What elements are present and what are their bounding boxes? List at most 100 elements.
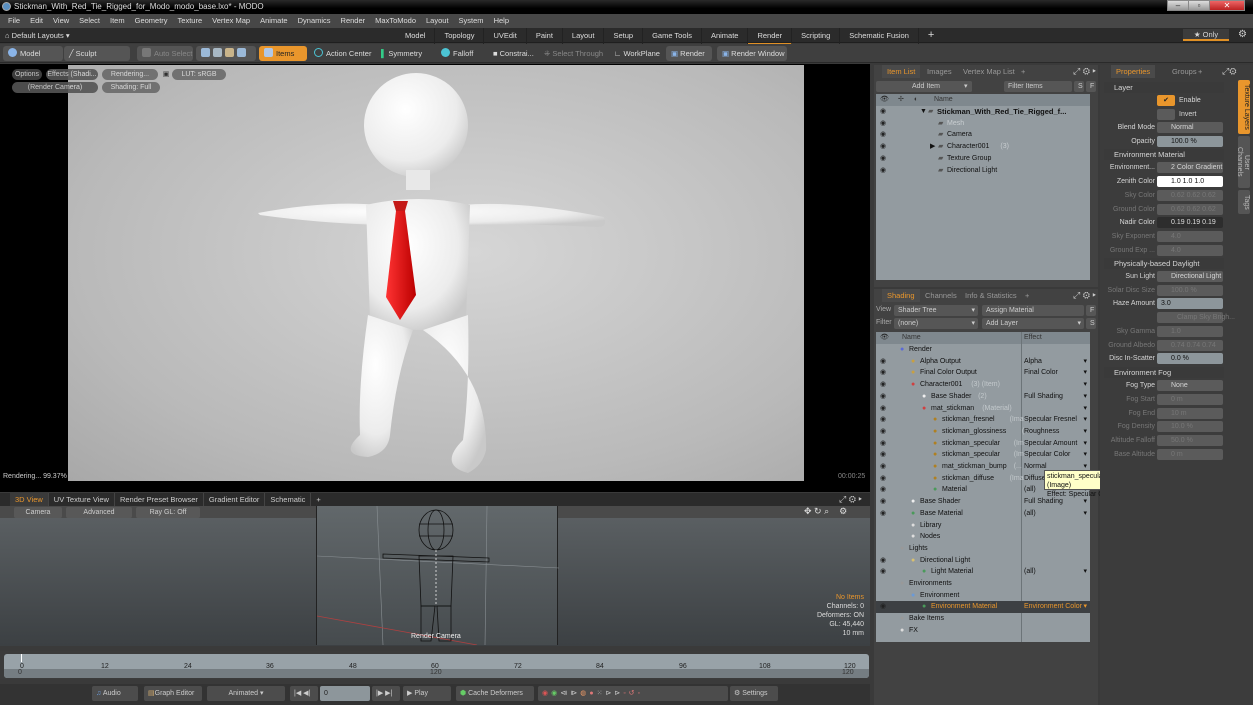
side-tab-tags[interactable]: Tags [1238,190,1250,214]
solar-disc-size-field[interactable]: 100.0 % [1157,285,1223,296]
disc-in-scatter-field[interactable]: 0.0 % [1157,353,1223,364]
eye-icon[interactable]: ◉ [880,129,886,141]
tab-properties[interactable]: Properties [1111,65,1156,78]
eye-icon[interactable]: ◉ [880,367,886,379]
section-environment-fog[interactable]: Environment Fog [1104,367,1224,378]
add-layer-dropdown[interactable]: Add Layer ▾ [982,318,1084,329]
model-mode-button[interactable]: Model [3,46,63,61]
key-tools[interactable]: ◉◉⧏⧐◍●⁙⊳⊳◦↺◦ [538,686,728,701]
eye-icon[interactable]: ◉ [880,403,886,415]
auto-select-button[interactable]: Auto Select [137,46,193,61]
invert-checkbox[interactable] [1157,109,1175,120]
tab-gradient-editor[interactable]: Gradient Editor [204,493,266,506]
expand-toggle-icon[interactable]: ▼ [920,106,927,118]
shader-tree-row[interactable]: ◉ ● Base Material (all) ▾ [876,508,1090,520]
maximize-button[interactable]: ▫ [1188,0,1210,11]
symmetry-button[interactable]: ▌ Symmetry [376,46,427,61]
camera-selector[interactable]: (Render Camera) [12,82,98,93]
layer-effect[interactable]: Full Shading [1024,391,1063,403]
environment-type-dropdown[interactable]: 2 Color Gradient [1157,162,1223,173]
next-key-icon[interactable]: |▶ [376,690,383,697]
eye-icon[interactable]: ◉ [880,165,886,177]
fog-density-field[interactable]: 10.0 % [1157,421,1223,432]
3d-nav-icons[interactable]: ✥ ↻ ⌕ ⚙ [804,506,847,517]
effect-dropdown-icon[interactable]: ▾ [1083,391,1087,403]
menu-render[interactable]: Render [336,14,371,28]
tab-3d-view[interactable]: 3D View [10,493,49,506]
polygons-icon[interactable] [225,48,234,57]
effect-dropdown-icon[interactable]: ▾ [1083,367,1087,379]
layout-tab-render[interactable]: Render [748,28,793,45]
panel-options-icon[interactable]: ⤢⚙ [1222,66,1236,77]
layer-effect[interactable]: Alpha [1024,356,1042,368]
eye-icon[interactable]: ◉ [880,438,886,450]
section-daylight[interactable]: Physically-based Daylight [1104,258,1224,269]
menu-maxtomodo[interactable]: MaxToModo [370,14,421,28]
layout-tab-uvedit[interactable]: UVEdit [484,28,527,45]
menu-item[interactable]: Item [105,14,130,28]
eye-icon[interactable]: ◉ [880,496,886,508]
viewport-options-button[interactable]: Options [12,69,42,80]
shader-tree-row[interactable]: ◉ ● Directional Light [876,555,1090,567]
key-reset-icon[interactable]: ↺ [629,690,638,697]
add-layout-tab-button[interactable]: + [919,28,943,45]
side-tab-texture-layers[interactable]: Texture Layers [1238,80,1250,134]
ground-albedo-field[interactable]: 0.74 0.74 0.74 [1157,340,1223,351]
add-item-button[interactable]: Add Item [876,81,972,92]
ground-color-field[interactable]: 0.62 0.62 0.62 [1157,204,1223,215]
tab-images[interactable]: Images [922,65,957,78]
filter-dropdown[interactable]: (none) ▾ [894,318,978,329]
sky-color-field[interactable]: 0.62 0.62 0.62 [1157,190,1223,201]
add-tab-button[interactable]: + [1020,289,1034,302]
item-list-tree[interactable]: 👁 ✢ ◐ Name ◉ ▼ ▰ Stickman_With_Red_Tie_Rigg… [876,94,1090,280]
menu-vertex-map[interactable]: Vertex Map [207,14,255,28]
side-tab-user-channels[interactable]: User Channels [1236,136,1250,188]
effect-dropdown-icon[interactable]: ▾ [1083,438,1087,450]
assign-material-button[interactable]: Assign Material [982,305,1084,316]
shader-tree-row[interactable]: ● Library [876,520,1090,532]
shader-tree-row[interactable]: ◉ ● mat_stickman (Material) ▾ [876,403,1090,415]
clamp-sky-checkbox[interactable]: Clamp Sky Brigh... [1157,312,1235,323]
shader-tree-row[interactable]: ● Environment [876,590,1090,602]
select-through-button[interactable]: ⁜ Select Through [539,46,608,61]
layer-effect[interactable]: Environment Color [1024,601,1082,613]
view-dropdown[interactable]: Shader Tree ▾ [894,305,978,316]
filter-items-input[interactable]: Filter Items [1004,81,1072,92]
sky-gamma-field[interactable]: 1.0 [1157,326,1223,337]
tab-vertex-map-list[interactable]: Vertex Map List [958,65,1020,78]
menu-file[interactable]: File [3,14,25,28]
frame-input[interactable]: 0 [320,686,370,701]
layer-effect[interactable]: Specular Fresnel [1024,414,1077,426]
constrain-button[interactable]: ■ Constrai... [488,46,539,61]
s-toggle[interactable]: S [1074,81,1084,92]
menu-select[interactable]: Select [74,14,105,28]
shader-tree-row[interactable]: ◉ ● Character001 (3) (Item) ▾ [876,379,1090,391]
menu-animate[interactable]: Animate [255,14,293,28]
menu-layout[interactable]: Layout [421,14,454,28]
shader-tree-row[interactable]: ● Environments [876,578,1090,590]
effect-dropdown-icon[interactable]: ▾ [1083,601,1087,613]
gear-icon[interactable]: ⚙ [1238,29,1247,40]
menu-help[interactable]: Help [489,14,514,28]
effect-dropdown-icon[interactable]: ▾ [1083,566,1087,578]
render-button[interactable]: ▣ Render [666,46,712,61]
layout-tab-model[interactable]: Model [396,28,436,45]
effects-button[interactable]: Effects (Shadi... [46,69,98,80]
nadir-color-field[interactable]: 0.19 0.19 0.19 [1157,217,1223,228]
expand-toggle-icon[interactable]: ▶ [930,141,935,153]
rendering-button[interactable]: Rendering... [102,69,158,80]
layout-tab-setup[interactable]: Setup [604,28,644,45]
lut-button[interactable]: LUT: sRGB [172,69,226,80]
items-mode-button[interactable]: Items [259,46,307,61]
layer-effect[interactable]: Specular Amount [1024,438,1077,450]
cache-deformers-button[interactable]: ⬢ Cache Deformers [456,686,534,701]
item-list-row[interactable]: ◉ ▶ ▰ Character001 (3) [876,141,1090,153]
shader-tree-row[interactable]: ● FX [876,625,1090,637]
tab-shading[interactable]: Shading [882,289,920,302]
layout-tab-paint[interactable]: Paint [527,28,563,45]
eye-icon[interactable]: ◉ [880,566,886,578]
skip-end-buttons[interactable]: |▶ ▶| [372,686,400,701]
layout-tab-schematic-fusion[interactable]: Schematic Fusion [840,28,919,45]
prev-key-icon[interactable]: ◀| [303,690,310,697]
layout-tab-scripting[interactable]: Scripting [792,28,841,45]
